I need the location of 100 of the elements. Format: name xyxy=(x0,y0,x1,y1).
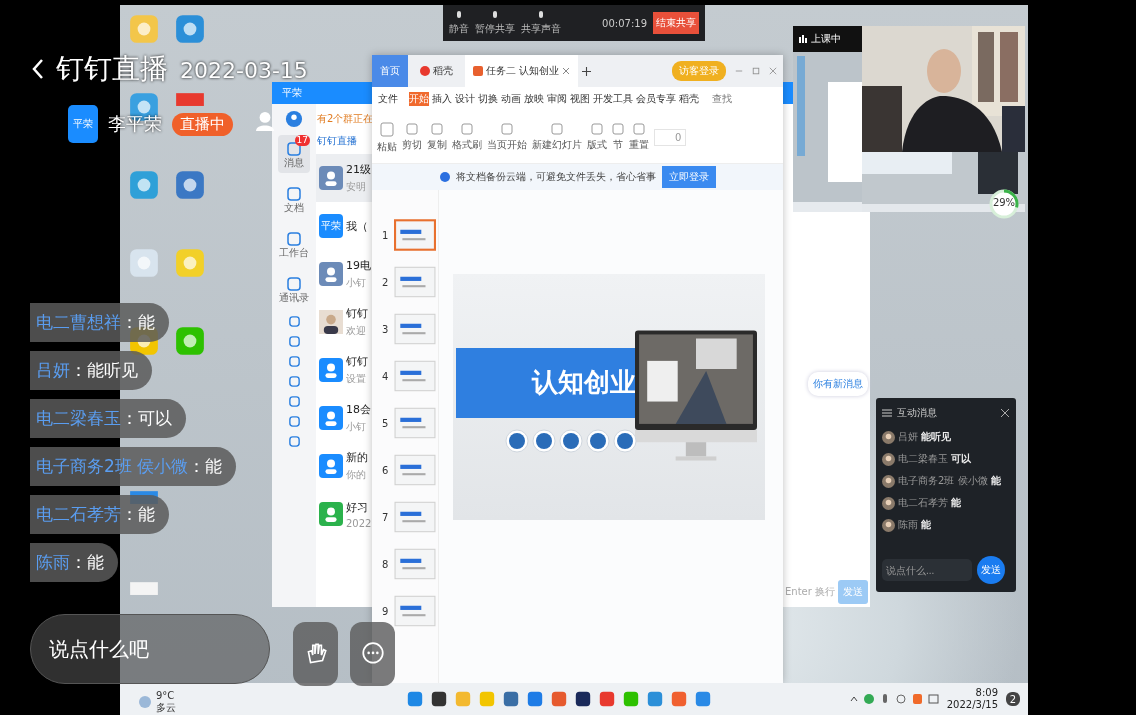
avatar-icon xyxy=(882,496,895,510)
chat-name: 钉钉 xyxy=(346,306,368,321)
chat-preview: 2022 xyxy=(346,517,372,529)
send-button[interactable]: 发送 xyxy=(977,556,1005,584)
sender-name: 电子商务2班 侯小微 xyxy=(898,474,988,488)
notice-text: 将文档备份云端，可避免文件丢失，省心省事 xyxy=(455,170,656,184)
nav-icon[interactable] xyxy=(287,355,301,368)
menu-item[interactable]: 设计 xyxy=(455,92,475,106)
round-icon xyxy=(613,428,637,453)
avatar-icon xyxy=(882,430,895,444)
tool-icon xyxy=(461,122,473,135)
stop-share-button[interactable]: 结束共享 xyxy=(653,12,699,34)
avatar-icon[interactable] xyxy=(285,110,303,128)
nav-icon xyxy=(287,187,301,201)
toolbar-button[interactable]: 复制 xyxy=(427,122,447,152)
chat-preview: 小钉 xyxy=(346,276,367,290)
toolbar-button[interactable]: 暂停共享 xyxy=(475,10,515,36)
chat-name: 新的 xyxy=(346,450,368,465)
nav-icon xyxy=(287,232,301,246)
slide-number: 7 xyxy=(382,511,390,523)
toolbar-button[interactable]: 版式 xyxy=(587,122,607,152)
window-title: 平荣 xyxy=(282,86,302,100)
menu-item[interactable]: 稻壳 xyxy=(679,92,699,106)
percent-text: 29% xyxy=(991,197,1017,208)
temperature: 9°C xyxy=(156,690,176,702)
toolbar-button[interactable]: 节 xyxy=(612,122,624,152)
toolbar-button[interactable]: 静音 xyxy=(449,10,469,36)
chat-button[interactable] xyxy=(350,622,395,686)
slide-number: 1 xyxy=(382,229,390,241)
comment-author: 电二石孝芳 xyxy=(36,503,121,526)
sender-name: 吕妍 xyxy=(898,430,918,444)
add-tab-icon[interactable] xyxy=(582,66,592,76)
toolbar-button[interactable]: 共享声音 xyxy=(521,10,561,36)
maximize-icon[interactable] xyxy=(752,67,760,75)
menu-item[interactable]: 切换 xyxy=(478,92,498,106)
nav-icon[interactable] xyxy=(287,335,301,348)
chat-item[interactable]: 钉钉 欢迎 xyxy=(316,298,372,346)
round-icon xyxy=(505,428,529,453)
notification-badge[interactable]: 2 xyxy=(1006,692,1020,706)
comment-author: 电子商务2班 侯小微 xyxy=(36,455,189,478)
search-button[interactable]: 查找 xyxy=(712,92,732,106)
toolbar-button[interactable]: 剪切 xyxy=(402,122,422,152)
comment-text: ：能 xyxy=(121,311,155,334)
live-link[interactable]: 钉钉直播 xyxy=(316,128,372,154)
nav-icon[interactable] xyxy=(287,435,301,448)
tab[interactable]: 稻壳 xyxy=(412,55,461,87)
nav-item[interactable]: 文档 xyxy=(278,180,310,218)
host-avatar: 平荣 xyxy=(68,105,98,143)
chat-item[interactable]: 18会 小钉 xyxy=(316,394,372,442)
tool-icon xyxy=(551,122,563,135)
chat-item[interactable]: 钉钉 设置 xyxy=(316,346,372,394)
info-icon xyxy=(439,172,450,182)
clock-date: 2022/3/15 xyxy=(946,699,998,711)
sender-name: 陈雨 xyxy=(898,518,918,532)
nav-item[interactable]: 通讯录 xyxy=(273,270,315,308)
close-icon[interactable] xyxy=(1000,408,1010,418)
chat-item[interactable]: 19电 小钉 xyxy=(316,250,372,298)
chat-name: 19电 xyxy=(346,258,371,273)
message-field[interactable]: 说点什么... xyxy=(882,559,972,581)
back-icon[interactable] xyxy=(32,58,44,80)
comment-author: 吕妍 xyxy=(36,359,70,382)
toolbar-button[interactable]: 当页开始 xyxy=(487,122,527,152)
comment-text: ：能 xyxy=(188,455,223,478)
menu-item[interactable]: 放映 xyxy=(524,92,544,106)
menu-item[interactable]: 文件 xyxy=(378,92,398,106)
nav-icon[interactable] xyxy=(287,315,301,328)
menu-item[interactable]: 动画 xyxy=(501,92,521,106)
slide-number: 5 xyxy=(382,417,390,429)
chat-name: 18会 xyxy=(346,402,371,417)
paste-button[interactable]: 粘贴 xyxy=(377,120,397,154)
chat-preview: 你的 xyxy=(346,468,367,482)
nav-item[interactable]: 工作台 xyxy=(273,225,315,263)
tab[interactable]: 任务二 认知创业 xyxy=(465,55,579,87)
menu-item[interactable]: 开发工具 xyxy=(593,92,633,106)
tray-icons-drawing[interactable] xyxy=(848,692,939,706)
slide-thumbnail[interactable] xyxy=(394,216,436,254)
toolbar-icon xyxy=(455,10,463,21)
menu-item[interactable]: 审阅 xyxy=(547,92,567,106)
round-icon xyxy=(532,428,556,453)
round-icon xyxy=(559,428,583,453)
nav-item[interactable]: 消息 17 xyxy=(278,135,310,173)
chat-item[interactable]: 好习 2022 xyxy=(316,490,372,538)
new-message-tip[interactable]: 你有新消息 xyxy=(808,372,868,396)
menu-item[interactable]: 会员专享 xyxy=(636,92,676,106)
toolbar-button[interactable]: 格式刷 xyxy=(452,122,482,152)
user-icon xyxy=(319,358,343,382)
nav-icon[interactable] xyxy=(287,375,301,388)
comment-field[interactable]: 说点什么吧 xyxy=(30,614,270,684)
nav-icon[interactable] xyxy=(287,395,301,408)
toolbar-button[interactable]: 重置 xyxy=(629,122,649,152)
menu-icon[interactable] xyxy=(882,408,892,418)
menu-item[interactable]: 插入 xyxy=(432,92,452,106)
nav-icon[interactable] xyxy=(287,415,301,428)
menu-item[interactable]: 视图 xyxy=(570,92,590,106)
raise-hand-button[interactable] xyxy=(293,622,338,686)
toolbar-button[interactable]: 新建幻灯片 xyxy=(532,122,582,152)
chat-item[interactable]: 平荣 我（ xyxy=(316,202,372,250)
chat-item[interactable]: 新的 你的 xyxy=(316,442,372,490)
chat-item[interactable]: 21级 安明 xyxy=(316,154,372,202)
avatar-icon xyxy=(882,474,895,488)
